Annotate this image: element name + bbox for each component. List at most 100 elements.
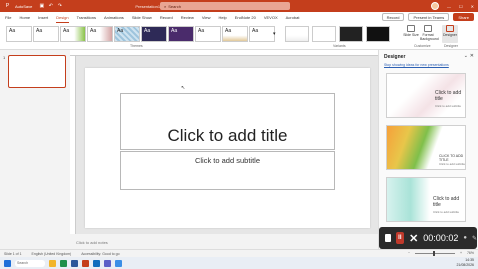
format-background-icon	[424, 25, 432, 32]
microphone-icon[interactable]: ●	[463, 235, 467, 241]
save-icon[interactable]: ▣	[38, 3, 45, 10]
close-icon[interactable]: ✕	[470, 53, 474, 59]
format-background-label: Format Background	[420, 33, 439, 41]
designer-group-label: Designer	[444, 44, 459, 48]
menu-tab-home[interactable]: Home	[19, 13, 30, 22]
pen-icon[interactable]: ✎	[472, 235, 477, 242]
clock-date: 21/08/2026	[456, 263, 474, 267]
menu-tab-slide-show[interactable]: Slide Show	[132, 13, 152, 22]
taskbar-search[interactable]: Search	[15, 259, 45, 267]
outlook-icon[interactable]	[93, 259, 100, 267]
file-explorer-icon[interactable]	[49, 259, 56, 267]
language-status[interactable]: English (United Kingdom)	[32, 252, 72, 256]
notes-pane[interactable]: Click to add notes	[76, 240, 108, 245]
stop-icon[interactable]	[385, 234, 391, 242]
menu-tab-acrobat[interactable]: Acrobat	[286, 13, 300, 22]
screen-recorder-bar: II ✕ 00:00:02 ● ✎	[379, 227, 477, 249]
slide-number: 1	[3, 55, 6, 60]
zoom-out-icon[interactable]: −	[408, 251, 410, 255]
ribbon: Aa Aa Aa Aa Aa Aa Aa Aa Aa Aa Themes ▾ Variants S…	[0, 23, 478, 50]
close-recording-icon[interactable]: ✕	[409, 232, 418, 245]
search-box[interactable]: ⌕ Search	[160, 2, 290, 10]
theme-9[interactable]: Aa	[222, 26, 248, 42]
design-idea-title: Click to add title	[433, 196, 460, 208]
powerpoint-icon: P	[5, 3, 10, 9]
status-bar: Slide 1 of 1 English (United Kingdom) Ac…	[0, 249, 478, 257]
subtitle-placeholder-text: Click to add subtitle	[194, 156, 261, 165]
search-icon: ⌕	[164, 3, 167, 9]
menu-tab-record[interactable]: Record	[160, 13, 173, 22]
variant-2[interactable]	[312, 26, 336, 42]
title-placeholder[interactable]: Click to add title	[120, 93, 335, 150]
menu-tab-view[interactable]: View	[202, 13, 211, 22]
zoom-level[interactable]: 76%	[467, 251, 474, 255]
title-placeholder-text: Click to add title	[167, 126, 288, 145]
subtitle-placeholder[interactable]: Click to add subtitle	[120, 151, 335, 190]
record-button[interactable]: Record	[381, 13, 405, 21]
design-idea-3[interactable]: Click to add title Click to add subtitle	[386, 177, 466, 222]
menu-tab-animations[interactable]: Animations	[104, 13, 124, 22]
avatar[interactable]	[431, 2, 440, 10]
design-idea-2[interactable]: CLICK TO ADD TITLE Click to add subtitle	[386, 125, 466, 170]
start-icon[interactable]	[4, 259, 11, 267]
slide-count: Slide 1 of 1	[4, 251, 22, 256]
menu-tab-review[interactable]: Review	[181, 13, 194, 22]
autosave-label[interactable]: AutoSave	[15, 4, 32, 9]
themes-group-label: Themes	[130, 44, 143, 48]
close-icon[interactable]: ✕	[471, 4, 474, 9]
powerpoint-taskbar-icon[interactable]	[82, 259, 89, 267]
menu-tab-file[interactable]: File	[5, 13, 11, 22]
slide-size-button[interactable]: Slide Size	[403, 25, 419, 43]
designer-pane: Designer ⌄ ✕ Stop showing ideas for new …	[378, 50, 478, 249]
menu-tab-endnote-20[interactable]: EndNote 20	[235, 13, 256, 22]
taskbar-search-label: Search	[17, 261, 29, 265]
menu-tab-transitions[interactable]: Transitions	[77, 13, 96, 22]
theme-10[interactable]: Aa	[249, 26, 275, 42]
undo-icon[interactable]: ↶	[47, 3, 54, 10]
teams-icon[interactable]	[104, 259, 111, 267]
theme-4[interactable]: Aa	[87, 26, 113, 42]
designer-button[interactable]: Designer	[442, 25, 458, 43]
zoom-in-icon[interactable]: +	[460, 251, 462, 255]
theme-2[interactable]: Aa	[33, 26, 59, 42]
themes-more-icon[interactable]: ▾	[273, 31, 276, 37]
chevron-down-icon[interactable]: ⌄	[464, 53, 468, 59]
excel-icon[interactable]	[60, 259, 67, 267]
share-button[interactable]: Share	[453, 13, 474, 21]
format-background-button[interactable]: Format Background	[420, 25, 439, 43]
design-idea-subtitle: Click to add subtitle	[435, 104, 462, 108]
variant-1[interactable]	[285, 26, 309, 42]
designer-icon	[446, 25, 454, 32]
menu-tab-insert[interactable]: Insert	[38, 13, 48, 22]
zoom-slider[interactable]	[414, 250, 455, 256]
theme-6[interactable]: Aa	[141, 26, 167, 42]
edge-icon[interactable]	[115, 259, 122, 267]
theme-8[interactable]: Aa	[195, 26, 221, 42]
recording-timer: 00:00:02	[423, 233, 459, 243]
slide[interactable]: Click to add title Click to add subtitle	[85, 68, 370, 228]
menu-tab-help[interactable]: Help	[218, 13, 226, 22]
theme-5[interactable]: Aa	[114, 26, 140, 42]
stop-showing-ideas-link[interactable]: Stop showing ideas for new presentations	[384, 63, 449, 67]
accessibility-status[interactable]: Accessibility: Good to go	[81, 252, 119, 256]
menu-tab-vevox[interactable]: VEVOX	[264, 13, 278, 22]
title-bar: P AutoSave ▣ ↶ ↷ Presentation1 - PowerPo…	[0, 0, 478, 12]
design-idea-1[interactable]: Click to add title Click to add subtitle	[386, 73, 466, 118]
system-tray[interactable]: 14:35 21/08/2026	[456, 258, 474, 268]
word-icon[interactable]	[71, 259, 78, 267]
maximize-icon[interactable]: ☐	[459, 4, 463, 9]
design-idea-subtitle: Click to add subtitle	[433, 210, 460, 214]
customize-group-label: Customize	[414, 44, 431, 48]
theme-1[interactable]: Aa	[6, 26, 32, 42]
slide-thumbnail[interactable]	[8, 55, 66, 88]
slide-size-icon	[407, 25, 415, 32]
theme-7[interactable]: Aa	[168, 26, 194, 42]
pause-icon[interactable]: II	[395, 232, 405, 244]
menu-tab-design[interactable]: Design	[56, 13, 69, 23]
variant-3[interactable]	[339, 26, 363, 42]
present-in-teams-button[interactable]: Present in Teams	[408, 13, 450, 21]
redo-icon[interactable]: ↷	[56, 3, 63, 10]
variant-4[interactable]	[366, 26, 390, 42]
theme-3[interactable]: Aa	[60, 26, 86, 42]
minimize-icon[interactable]: —	[447, 4, 451, 9]
